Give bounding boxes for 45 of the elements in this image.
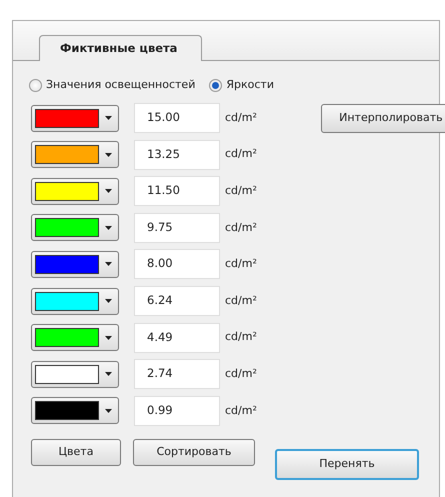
unit-label: cd/m² [225,402,257,419]
value-field[interactable]: 0.99 [134,396,220,426]
value-field[interactable]: 8.00 [134,249,220,280]
color-dropdown[interactable] [31,397,119,424]
unit-label: cd/m² [225,110,257,126]
caret-icon [104,116,112,120]
color-dropdown[interactable] [31,250,119,278]
unit-label: cd/m² [225,146,257,162]
unit-label: cd/m² [225,292,257,309]
value-field[interactable]: 13.25 [134,140,220,170]
value-field[interactable]: 6.24 [134,286,220,316]
color-dropdown[interactable] [31,178,119,205]
color-dropdown[interactable] [31,104,119,132]
color-dropdown[interactable] [31,288,119,315]
color-dropdown[interactable] [31,324,119,352]
value-field[interactable]: 15.00 [134,103,220,134]
color-dropdown[interactable] [31,360,119,388]
caret-icon [104,299,112,304]
caret-icon [104,372,112,376]
radio-button[interactable] [29,79,42,92]
caret-icon [104,408,112,413]
caret-icon [104,262,112,266]
caret-icon [104,336,112,340]
tab[interactable]: Фиктивные цвета [39,35,202,62]
unit-label: cd/m² [225,366,257,382]
unit-label: cd/m² [225,220,257,236]
push-button[interactable]: Цвета [31,439,121,466]
color-dropdown[interactable] [31,141,119,168]
value-field[interactable]: 9.75 [134,212,220,243]
unit-label: cd/m² [225,329,257,346]
value-field[interactable]: 4.49 [134,322,220,353]
unit-label: cd/m² [225,256,257,272]
color-dropdown[interactable] [31,214,119,242]
caret-icon [104,189,112,194]
unit-label: cd/m² [225,182,257,199]
radio-button[interactable] [209,79,222,92]
value-field[interactable]: 2.74 [134,359,220,390]
interpolate-button[interactable]: Интерполировать [320,104,445,133]
caret-icon [104,226,112,230]
radio-label[interactable]: Значения освещенностей [46,77,196,94]
value-field[interactable]: 11.50 [134,176,220,206]
push-button[interactable]: Сортировать [133,439,255,466]
caret-icon [104,152,112,157]
push-button[interactable]: Перенять [275,449,419,480]
radio-label[interactable]: Яркости [226,77,274,94]
